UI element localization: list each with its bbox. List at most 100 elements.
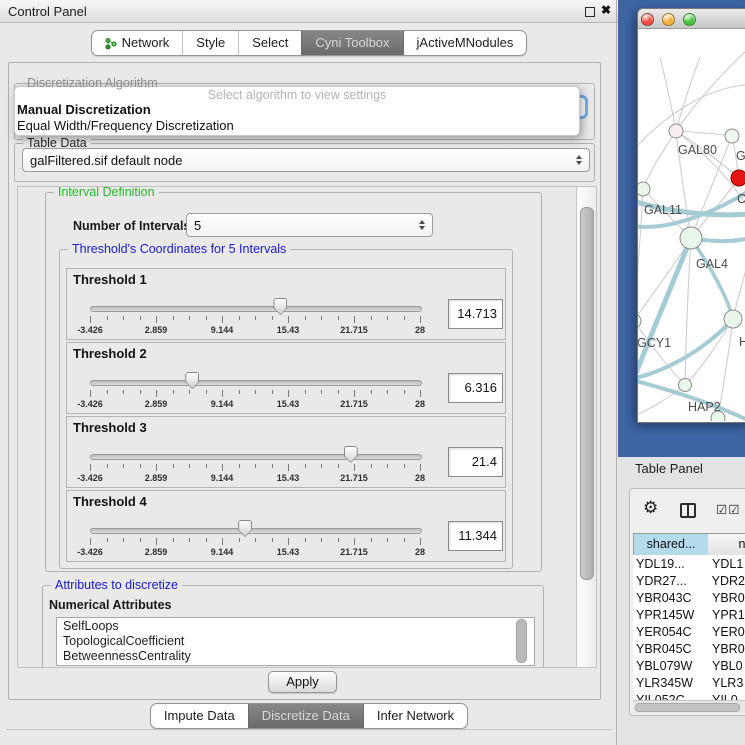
tick-mark xyxy=(156,464,157,471)
network-node-gal80[interactable] xyxy=(669,124,683,138)
gear-icon[interactable]: ⚙ xyxy=(643,499,658,516)
tab-style[interactable]: Style xyxy=(182,31,238,55)
float-icon[interactable] xyxy=(585,7,595,17)
table-row[interactable]: YBL079WYBL0 xyxy=(633,657,745,674)
tab-discretize-data[interactable]: Discretize Data xyxy=(248,704,363,728)
column-split-icon[interactable] xyxy=(680,503,696,518)
tick-mark xyxy=(140,464,141,468)
attributes-list[interactable]: SelfLoopsTopologicalCoefficientBetweenne… xyxy=(56,617,535,666)
minimize-traffic-light-icon[interactable] xyxy=(662,13,675,26)
tick-label: 15.43 xyxy=(277,473,300,483)
threshold-value-input[interactable]: 21.4 xyxy=(448,447,503,477)
vertical-scrollbar-track[interactable] xyxy=(576,187,596,667)
network-node-gal11[interactable] xyxy=(638,182,650,196)
network-node[interactable] xyxy=(711,411,725,421)
checkbox-icons[interactable]: ☑☑ xyxy=(716,502,740,517)
column-header-name[interactable]: na xyxy=(708,533,745,556)
horizontal-scrollbar-thumb[interactable] xyxy=(635,703,740,712)
network-edge-highlighted[interactable] xyxy=(638,238,691,373)
tick-mark xyxy=(387,316,388,320)
tick-mark xyxy=(156,538,157,545)
threshold-value-input[interactable]: 6.316 xyxy=(448,373,503,403)
network-node[interactable] xyxy=(725,129,739,143)
network-edge[interactable] xyxy=(676,131,732,136)
slider-track[interactable] xyxy=(90,454,422,460)
top-tab-group: NetworkStyleSelectCyni ToolboxjActiveMNo… xyxy=(91,30,528,56)
threshold-value-input[interactable]: 11.344 xyxy=(448,521,503,551)
table-rows[interactable]: YDL19...YDL1YDR27...YDR2YBR043CYBR0YPR14… xyxy=(633,555,745,700)
tick-mark xyxy=(222,538,223,545)
table-row[interactable]: YER054CYER0 xyxy=(633,623,745,640)
column-header-shared-name[interactable]: shared... xyxy=(633,533,709,556)
table-row[interactable]: YIL052CYIL0 xyxy=(633,691,745,700)
tab-jactivemnodules[interactable]: jActiveMNodules xyxy=(403,31,527,55)
network-edge[interactable] xyxy=(685,238,691,385)
close-icon[interactable]: ✖ xyxy=(601,3,611,17)
table-row[interactable]: YPR145WYPR1 xyxy=(633,606,745,623)
tick-mark xyxy=(321,538,322,542)
table-row[interactable]: YDL19...YDL1 xyxy=(633,555,745,572)
checkbox-icon[interactable]: ☑ xyxy=(728,503,740,517)
apply-button[interactable]: Apply xyxy=(268,671,337,693)
table-row[interactable]: YBR043CYBR0 xyxy=(633,589,745,606)
network-edge[interactable] xyxy=(660,57,676,131)
tab-select[interactable]: Select xyxy=(238,31,301,55)
zoom-traffic-light-icon[interactable] xyxy=(683,13,696,26)
table-data-combobox[interactable]: galFiltered.sif default node xyxy=(22,148,590,172)
network-node-h[interactable] xyxy=(724,310,742,328)
menu-item-equal-width-frequency-discretization[interactable]: Equal Width/Frequency Discretization xyxy=(15,118,579,134)
interval-definition-group: Interval Definition Number of Intervals … xyxy=(45,192,542,572)
threshold-value-input[interactable]: 14.713 xyxy=(448,299,503,329)
thresholds-title: Threshold's Coordinates for 5 Intervals xyxy=(68,242,290,257)
tab-impute-data[interactable]: Impute Data xyxy=(151,704,248,728)
slider-thumb[interactable] xyxy=(344,446,358,463)
slider-track[interactable] xyxy=(90,528,422,534)
horizontal-scrollbar-track[interactable] xyxy=(633,700,745,713)
list-item-topologicalcoefficient[interactable]: TopologicalCoefficient xyxy=(63,634,534,649)
table-row[interactable]: YLR345WYLR3 xyxy=(633,674,745,691)
slider-thumb[interactable] xyxy=(185,372,199,389)
tick-mark xyxy=(123,390,124,394)
vertical-scrollbar-thumb[interactable] xyxy=(580,207,594,580)
network-node-hap2[interactable] xyxy=(679,379,692,392)
tab-cyni-toolbox[interactable]: Cyni Toolbox xyxy=(301,31,402,55)
table-row[interactable]: YBR045CYBR0 xyxy=(633,640,745,657)
network-edge[interactable] xyxy=(638,189,643,321)
cell-shared-name: YLR345W xyxy=(633,676,708,690)
tick-mark xyxy=(420,390,421,397)
tick-mark xyxy=(90,390,91,397)
threshold-label: Threshold 4 xyxy=(73,494,147,509)
network-canvas[interactable]: GAL80GAL11GAL4GCY1HHAP2G.C xyxy=(638,29,745,421)
tick-mark xyxy=(90,464,91,471)
network-graph: GAL80GAL11GAL4GCY1HHAP2G.C xyxy=(638,29,745,421)
cell-name: YBR0 xyxy=(708,591,745,605)
network-edge[interactable] xyxy=(676,57,700,131)
attributes-list-scrollbar[interactable] xyxy=(516,619,527,663)
list-item-betweennesscentrality[interactable]: BetweennessCentrality xyxy=(63,649,534,664)
tab-infer-network[interactable]: Infer Network xyxy=(363,704,467,728)
checkbox-icon[interactable]: ☑ xyxy=(716,503,728,517)
number-of-intervals-combobox[interactable]: 5 xyxy=(186,213,433,237)
slider-track[interactable] xyxy=(90,380,422,386)
tick-mark xyxy=(354,390,355,397)
tab-label: Infer Network xyxy=(377,704,454,728)
tab-network[interactable]: Network xyxy=(92,31,183,55)
network-node-gcy1[interactable] xyxy=(638,314,641,328)
network-node[interactable] xyxy=(731,170,745,186)
slider-thumb[interactable] xyxy=(238,520,252,537)
network-edge[interactable] xyxy=(676,51,745,131)
network-window-titlebar[interactable] xyxy=(638,9,745,29)
network-edge[interactable] xyxy=(643,131,676,189)
network-edge-highlighted[interactable] xyxy=(691,238,733,319)
menu-item-manual-discretization[interactable]: Manual Discretization xyxy=(15,102,579,118)
network-node-gal4[interactable] xyxy=(680,227,702,249)
slider-thumb[interactable] xyxy=(273,298,287,315)
tab-label: Discretize Data xyxy=(262,704,350,728)
slider-track[interactable] xyxy=(90,306,422,312)
tick-mark xyxy=(123,316,124,320)
panel-right-divider xyxy=(616,0,617,745)
table-row[interactable]: YDR27...YDR2 xyxy=(633,572,745,589)
close-traffic-light-icon[interactable] xyxy=(641,13,654,26)
list-item-selfloops[interactable]: SelfLoops xyxy=(63,619,534,634)
tick-mark xyxy=(255,538,256,542)
